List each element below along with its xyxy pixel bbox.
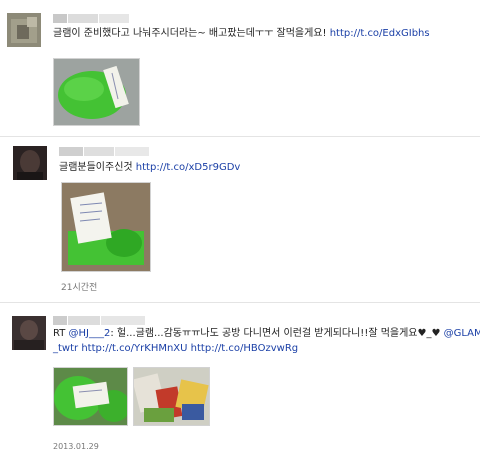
- tweet-link[interactable]: http://t.co/YrKHMnXU: [81, 343, 187, 354]
- rt-prefix: RT: [53, 328, 66, 339]
- avatar-photo-icon: [12, 316, 46, 350]
- snack-packages-photo-icon: [134, 368, 209, 425]
- tweet-link[interactable]: http://t.co/EdxGIbhs: [330, 28, 430, 39]
- tweet-body: 글램분들이주신것: [59, 162, 133, 173]
- avatar[interactable]: [7, 13, 41, 47]
- tweet-photo-green-pouch[interactable]: [61, 182, 151, 272]
- green-pouch-photo-icon: [54, 59, 139, 125]
- green-pouch-photo-icon: [62, 183, 150, 271]
- username-redacted[interactable]: [53, 316, 146, 326]
- tweet-line-2: _twtr http://t.co/YrKHMnXU http://t.co/H…: [53, 341, 480, 356]
- tweet-line-1: RT @HJ___2: 헐...글램...감동ㅠㅠ나도 공방 다니면서 이런걸 …: [53, 326, 480, 341]
- tweet-2: 글램분들이주신것 http://t.co/xD5r9GDv 21시간전: [0, 137, 480, 295]
- avatar[interactable]: [12, 316, 46, 350]
- tweet-photo-snacks[interactable]: [133, 367, 210, 426]
- avatar-photo-icon: [7, 13, 41, 47]
- tweet-photo-green-pouch[interactable]: [53, 367, 128, 426]
- tweet-body: : 헐...글램...감동ㅠㅠ나도 공방 다니면서 이런걸 받게되다니!!잘 먹…: [110, 328, 441, 339]
- avatar[interactable]: [13, 146, 47, 180]
- tweet-timestamp[interactable]: 21시간전: [61, 280, 97, 293]
- username-redacted[interactable]: [59, 147, 150, 157]
- tweet-text: RT @HJ___2: 헐...글램...감동ㅠㅠ나도 공방 다니면서 이런걸 …: [53, 326, 480, 356]
- tweet-photo-green-pouch[interactable]: [53, 58, 140, 126]
- tweet-body: 글램이 준비했다고 나눠주시더라는~ 배고팠는데ㅜㅜ 잘먹을게요!: [53, 28, 327, 39]
- mention-link[interactable]: @GLAM: [444, 328, 480, 339]
- tweet-timestamp[interactable]: 2013.01.29: [53, 442, 99, 451]
- mention-link[interactable]: @HJ___2: [69, 328, 111, 339]
- tweet-link[interactable]: http://t.co/xD5r9GDv: [136, 162, 241, 173]
- tweet-link[interactable]: http://t.co/HBOzvwRg: [191, 343, 298, 354]
- tweet-text: 글램분들이주신것 http://t.co/xD5r9GDv: [59, 160, 240, 175]
- username-redacted[interactable]: [53, 14, 130, 24]
- tweet-1: 글램이 준비했다고 나눠주시더라는~ 배고팠는데ㅜㅜ 잘먹을게요! http:/…: [0, 0, 480, 136]
- tweet-text: 글램이 준비했다고 나눠주시더라는~ 배고팠는데ㅜㅜ 잘먹을게요! http:/…: [53, 26, 430, 41]
- green-pouch-photo-icon: [54, 368, 127, 425]
- tweet-3: RT @HJ___2: 헐...글램...감동ㅠㅠ나도 공방 다니면서 이런걸 …: [0, 303, 480, 457]
- mention-link-continued[interactable]: _twtr: [53, 343, 78, 354]
- avatar-photo-icon: [13, 146, 47, 180]
